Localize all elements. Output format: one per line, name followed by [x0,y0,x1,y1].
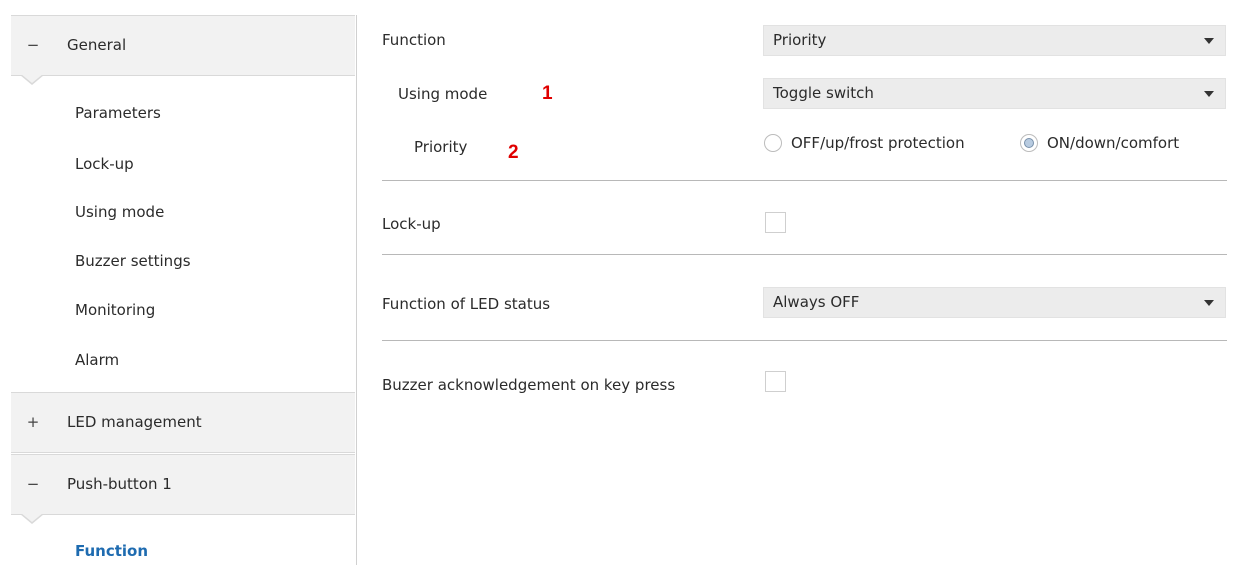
sidebar-item-alarm[interactable]: Alarm [75,348,119,372]
led-status-select-value: Always OFF [773,293,860,311]
buzzer-ack-label: Buzzer acknowledgement on key press [382,376,676,394]
using-mode-select[interactable]: Toggle switch [763,78,1226,109]
group-notch [20,74,44,85]
priority-label: Priority [414,138,468,156]
lock-up-checkbox[interactable] [765,212,786,233]
sidebar-item-lock-up[interactable]: Lock-up [75,152,134,176]
divider [382,254,1227,255]
sidebar-group-general[interactable]: − General [11,15,355,76]
function-label: Function [382,31,446,49]
radio-off-up-frost-label: OFF/up/frost protection [791,134,965,152]
using-mode-select-value: Toggle switch [773,84,874,102]
sidebar-group-led-management[interactable]: + LED management [11,392,355,453]
chevron-down-icon [1204,300,1214,306]
parameter-panel: Function Priority Using mode 1 Toggle sw… [356,15,1259,565]
annotation-marker-1: 1 [542,83,553,104]
collapse-icon: − [26,475,40,493]
divider [382,340,1227,341]
sidebar: − General Parameters Lock-up Using mode … [0,15,357,565]
sidebar-item-buzzer-settings[interactable]: Buzzer settings [75,249,191,273]
buzzer-ack-checkbox[interactable] [765,371,786,392]
function-select[interactable]: Priority [763,25,1226,56]
chevron-down-icon [1204,91,1214,97]
sidebar-group-label: LED management [67,413,202,431]
collapse-icon: − [26,36,40,54]
annotation-marker-2: 2 [508,142,519,163]
using-mode-label: Using mode [398,85,488,103]
function-select-value: Priority [773,31,827,49]
radio-on-down-comfort-label: ON/down/comfort [1047,134,1180,152]
sidebar-group-label: Push-button 1 [67,475,172,493]
sidebar-item-parameters[interactable]: Parameters [75,101,161,125]
sidebar-item-monitoring[interactable]: Monitoring [75,298,155,322]
lock-up-label: Lock-up [382,215,441,233]
chevron-down-icon [1204,38,1214,44]
sidebar-group-label: General [67,36,127,54]
sidebar-item-using-mode[interactable]: Using mode [75,200,164,224]
radio-on-down-comfort[interactable] [1020,134,1038,152]
radio-off-up-frost[interactable] [764,134,782,152]
divider [382,180,1227,181]
sidebar-group-push-button-1[interactable]: − Push-button 1 [11,454,355,515]
group-notch [20,513,44,524]
led-status-select[interactable]: Always OFF [763,287,1226,318]
sidebar-item-function[interactable]: Function [75,539,148,563]
expand-icon: + [26,413,40,431]
led-status-label: Function of LED status [382,295,551,313]
